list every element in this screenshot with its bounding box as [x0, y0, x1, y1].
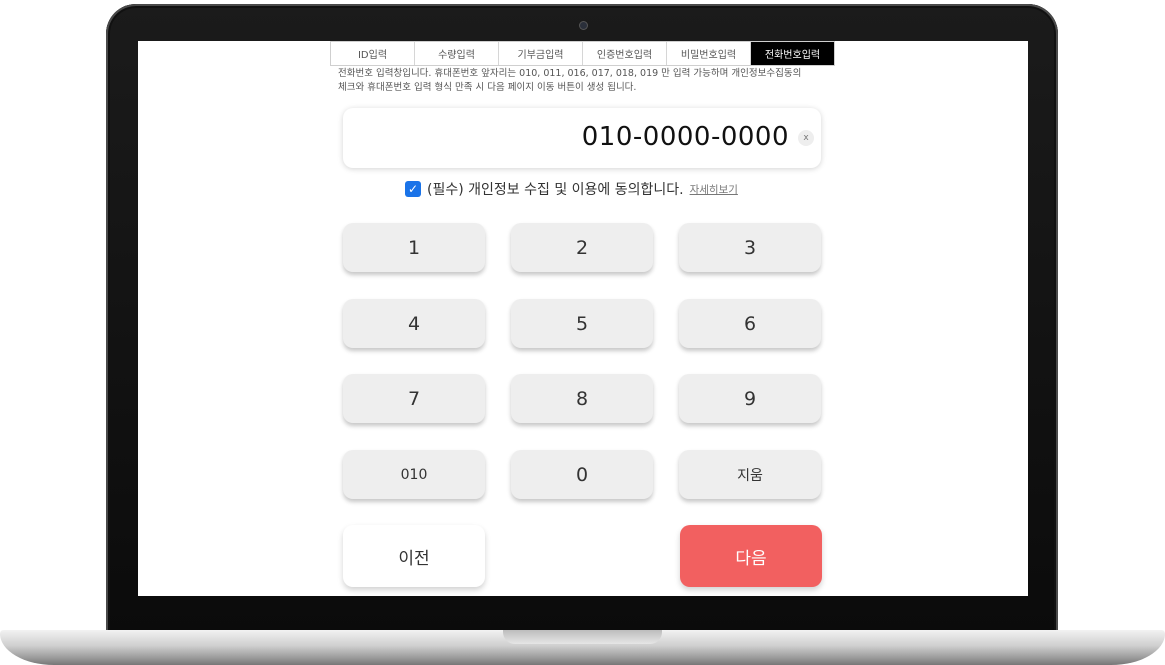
tab-phone-input[interactable]: 전화번호입력 — [751, 42, 834, 65]
camera-icon — [580, 22, 587, 29]
key-0[interactable]: 0 — [511, 450, 653, 499]
key-2[interactable]: 2 — [511, 223, 653, 272]
prev-button[interactable]: 이전 — [343, 525, 485, 587]
phone-number-value: 010-0000-0000 — [581, 122, 789, 152]
key-3[interactable]: 3 — [679, 223, 821, 272]
clear-button[interactable]: x — [798, 130, 814, 146]
consent-checkbox[interactable]: ✓ — [405, 181, 421, 197]
instruction-line-1: 전화번호 입력창입니다. 휴대폰번호 앞자리는 010, 011, 016, 0… — [338, 68, 802, 79]
key-5[interactable]: 5 — [511, 299, 653, 348]
app-screen: ID입력 수량입력 기부금입력 인증번호입력 비밀번호입력 전화번호입력 전화번… — [138, 41, 1028, 596]
key-7[interactable]: 7 — [343, 374, 485, 423]
tab-donation-input[interactable]: 기부금입력 — [499, 42, 583, 65]
key-8[interactable]: 8 — [511, 374, 653, 423]
phone-display: 010-0000-0000 x — [343, 108, 821, 168]
instruction-text: 전화번호 입력창입니다. 휴대폰번호 앞자리는 010, 011, 016, 0… — [338, 67, 838, 95]
laptop-notch — [503, 630, 662, 644]
detail-link[interactable]: 자세히보기 — [690, 182, 738, 197]
key-6[interactable]: 6 — [679, 299, 821, 348]
key-9[interactable]: 9 — [679, 374, 821, 423]
tab-verification-input[interactable]: 인증번호입력 — [583, 42, 667, 65]
tab-id-input[interactable]: ID입력 — [331, 42, 415, 65]
key-010[interactable]: 010 — [343, 450, 485, 499]
key-4[interactable]: 4 — [343, 299, 485, 348]
key-1[interactable]: 1 — [343, 223, 485, 272]
delete-key[interactable]: 지움 — [679, 450, 821, 499]
instruction-line-2: 체크와 휴대폰번호 입력 형식 만족 시 다음 페이지 이동 버튼이 생성 됩니… — [338, 82, 637, 93]
consent-label: (필수) 개인정보 수집 및 이용에 동의합니다. — [427, 182, 684, 198]
tab-bar: ID입력 수량입력 기부금입력 인증번호입력 비밀번호입력 전화번호입력 — [330, 41, 835, 66]
tab-quantity-input[interactable]: 수량입력 — [415, 42, 499, 65]
next-button[interactable]: 다음 — [680, 525, 822, 587]
tab-password-input[interactable]: 비밀번호입력 — [667, 42, 751, 65]
consent-row: ✓ (필수) 개인정보 수집 및 이용에 동의합니다. 자세히보기 — [405, 179, 738, 199]
